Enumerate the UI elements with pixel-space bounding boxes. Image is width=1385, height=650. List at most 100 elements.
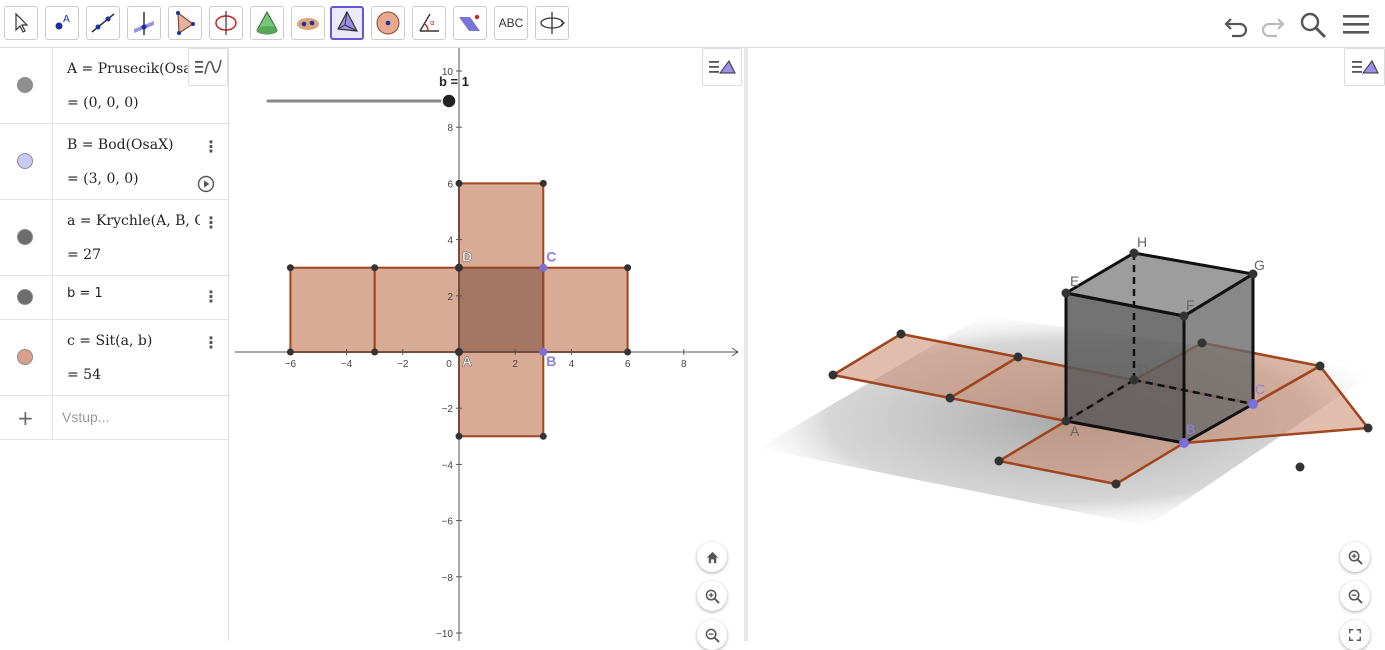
- x-tick-label: −6: [285, 359, 297, 370]
- net-point[interactable]: [624, 348, 632, 356]
- circle-axis-icon: [215, 11, 237, 35]
- y-tick-label: −6: [442, 517, 454, 528]
- graphics-style-bar-button[interactable]: [702, 48, 742, 86]
- line-tool-button[interactable]: [86, 6, 120, 40]
- rotate-view-tool-button[interactable]: [535, 6, 569, 40]
- object-definition[interactable]: B = Bod(OsaX): [67, 137, 187, 153]
- plane-through-points-tool-button[interactable]: [330, 6, 364, 40]
- point-b-3d[interactable]: [1179, 438, 1189, 448]
- input-bar[interactable]: Vstup...: [62, 409, 109, 425]
- y-tick-label: −4: [442, 460, 454, 471]
- graphics-3d-style-bar-button[interactable]: [1344, 48, 1385, 86]
- add-icon[interactable]: +: [17, 406, 34, 430]
- move-tool-button[interactable]: [4, 6, 38, 40]
- algebra-row[interactable]: B = Bod(OsaX) ⋮ = (3, 0, 0): [0, 124, 228, 200]
- standard-view-button[interactable]: [697, 542, 727, 572]
- sphere-icon: [376, 11, 400, 35]
- net-square[interactable]: [373, 266, 460, 353]
- input-row[interactable]: + Vstup...: [0, 396, 228, 440]
- net-point[interactable]: [455, 179, 463, 187]
- fullscreen-icon: [1349, 629, 1361, 641]
- net-point[interactable]: [539, 432, 547, 440]
- more-options-icon[interactable]: ⋮: [203, 289, 219, 305]
- pyramid-tool-button[interactable]: [250, 6, 284, 40]
- svg-text:A: A: [63, 14, 70, 25]
- object-definition[interactable]: b = 1: [67, 286, 187, 301]
- label-e: E: [1070, 273, 1079, 289]
- object-definition[interactable]: c = Sit(a, b): [67, 333, 187, 349]
- net-point[interactable]: [371, 264, 379, 272]
- intersect-surfaces-tool-button[interactable]: [291, 6, 325, 40]
- visibility-toggle[interactable]: [17, 153, 33, 169]
- label-a: A: [462, 353, 472, 369]
- slider-handle[interactable]: [441, 93, 457, 109]
- polygon-tool-button[interactable]: [168, 6, 202, 40]
- triangle-icon: [176, 11, 195, 35]
- cube-face-front[interactable]: [1064, 291, 1186, 445]
- visibility-toggle[interactable]: [17, 289, 33, 305]
- point-c[interactable]: [539, 263, 548, 272]
- cube-3d[interactable]: [1061, 251, 1258, 446]
- angle-tool-button[interactable]: α: [412, 6, 446, 40]
- net-point[interactable]: [624, 264, 632, 272]
- label-d: D: [1138, 361, 1148, 377]
- zoom-out-3d-button[interactable]: [1340, 581, 1370, 611]
- y-tick-label: −8: [442, 573, 454, 584]
- search-icon[interactable]: [1298, 10, 1328, 40]
- sphere-tool-button[interactable]: [371, 6, 405, 40]
- play-animation-icon[interactable]: [197, 175, 215, 193]
- pyramid-plane-icon: [337, 10, 359, 32]
- object-definition[interactable]: A = Prusecik(OsaX, OsaY): [67, 61, 189, 77]
- y-tick-label: 6: [447, 179, 453, 190]
- object-definition[interactable]: a = Krychle(A, B, C): [67, 213, 200, 229]
- visibility-toggle[interactable]: [17, 349, 33, 365]
- slider-b[interactable]: b = 1: [266, 74, 469, 109]
- more-options-icon[interactable]: ⋮: [203, 335, 219, 351]
- label-h: H: [1137, 234, 1147, 250]
- net-point[interactable]: [371, 348, 379, 356]
- algebra-style-bar-button[interactable]: [188, 48, 228, 86]
- visibility-toggle[interactable]: [17, 77, 33, 93]
- zoom-in-3d-button[interactable]: [1340, 542, 1370, 572]
- zoom-out-icon: [705, 628, 720, 643]
- row-divider: [52, 396, 53, 439]
- object-value: = (3, 0, 0): [67, 171, 139, 187]
- algebra-row[interactable]: b = 1 ⋮: [0, 276, 228, 320]
- object-value: = 27: [67, 247, 101, 263]
- slider-label: b = 1: [439, 74, 469, 89]
- undo-icon[interactable]: [1222, 10, 1252, 40]
- algebra-row[interactable]: c = Sit(a, b) ⋮ = 54: [0, 320, 228, 396]
- menu-icon[interactable]: [1341, 10, 1371, 40]
- fullscreen-button[interactable]: [1340, 620, 1370, 650]
- perpendicular-line-tool-button[interactable]: [127, 6, 161, 40]
- text-tool-button[interactable]: ABC: [494, 6, 528, 40]
- algebra-row[interactable]: a = Krychle(A, B, C) ⋮ = 27: [0, 200, 228, 276]
- y-tick-label: 8: [447, 123, 453, 134]
- zoom-out-button[interactable]: [697, 620, 727, 650]
- x-tick-label: 8: [681, 359, 687, 370]
- redo-icon[interactable]: [1257, 10, 1287, 40]
- graphics-3d-view[interactable]: A B C D E F G H: [748, 48, 1385, 641]
- reflect-about-plane-tool-button[interactable]: [453, 6, 487, 40]
- point-tool-button[interactable]: A: [45, 6, 79, 40]
- circle-tool-button[interactable]: [209, 6, 243, 40]
- zoom-in-button[interactable]: [697, 581, 727, 611]
- zoom-in-icon: [1348, 550, 1363, 565]
- base-square-overlay: [459, 267, 544, 352]
- graphics-3d-canvas[interactable]: A B C D E F G H: [748, 48, 1385, 641]
- net-point[interactable]: [286, 348, 294, 356]
- point-c-3d[interactable]: [1248, 399, 1258, 409]
- point-d[interactable]: [455, 263, 463, 272]
- cursor-arrow-icon: [15, 12, 29, 33]
- more-options-icon[interactable]: ⋮: [203, 215, 219, 231]
- net-point[interactable]: [286, 264, 294, 272]
- visibility-toggle[interactable]: [17, 229, 33, 245]
- graphics-2d-view[interactable]: −6 −4 −2 0 2 4 6 8 10 8 6 4 2 −2 −4 −6 −8 −10 ABCD b = 1: [230, 48, 744, 641]
- net-square[interactable]: [542, 266, 629, 353]
- net-point[interactable]: [539, 179, 547, 187]
- more-options-icon[interactable]: ⋮: [203, 139, 219, 155]
- y-tick-label: 2: [447, 292, 453, 303]
- net-point[interactable]: [455, 432, 463, 440]
- graphics-2d-canvas[interactable]: −6 −4 −2 0 2 4 6 8108642−2−4−6−8−10 A BCD b = 1: [230, 48, 744, 641]
- net-square[interactable]: [289, 266, 376, 353]
